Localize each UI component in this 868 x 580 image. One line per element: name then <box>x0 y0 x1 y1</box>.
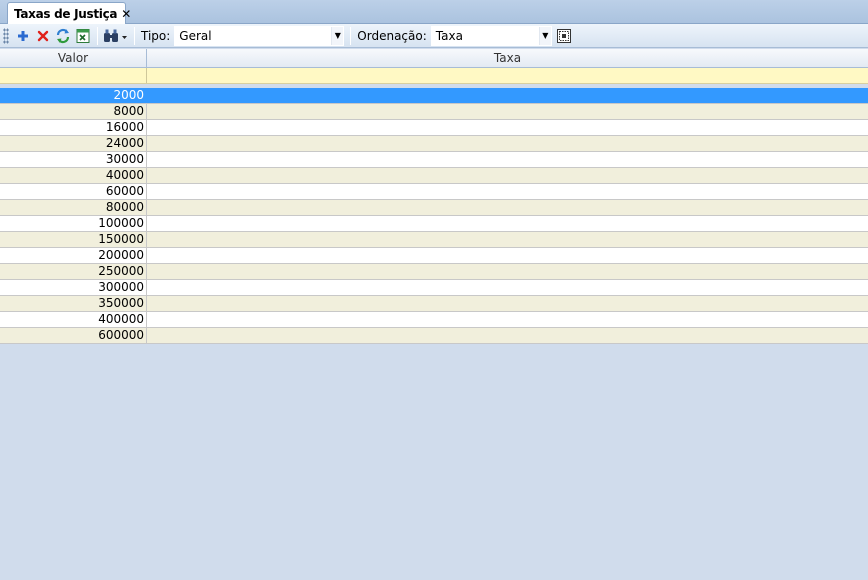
cell-valor[interactable]: 400000 <box>0 312 147 327</box>
table-row[interactable]: 80000 <box>0 200 868 216</box>
add-button[interactable] <box>13 26 33 46</box>
cell-taxa[interactable] <box>147 312 868 327</box>
ordenacao-select[interactable]: Taxa ▼ <box>430 25 552 46</box>
filter-cell-taxa[interactable] <box>147 68 868 83</box>
cell-valor[interactable]: 250000 <box>0 264 147 279</box>
table-row[interactable]: 200000 <box>0 248 868 264</box>
table-row[interactable]: 8000 <box>0 104 868 120</box>
cell-valor[interactable]: 8000 <box>0 104 147 119</box>
delete-x-icon <box>37 30 49 41</box>
cell-taxa[interactable] <box>147 264 868 279</box>
cell-taxa[interactable] <box>147 328 868 343</box>
toolbar-grip-icon[interactable] <box>3 27 9 44</box>
table-row[interactable]: 30000 <box>0 152 868 168</box>
cell-valor[interactable]: 2000 <box>0 88 147 103</box>
cell-valor[interactable]: 30000 <box>0 152 147 167</box>
app-window: Taxas de Justiça ✕ Tipo: Geral ▼ Ordenaç… <box>0 0 868 580</box>
filter-cell-valor[interactable] <box>0 68 147 83</box>
grid-options-button[interactable] <box>554 26 574 46</box>
plus-icon <box>18 30 28 41</box>
table-row[interactable]: 400000 <box>0 312 868 328</box>
column-header-taxa[interactable]: Taxa <box>147 49 868 67</box>
ordenacao-select-value: Taxa <box>435 28 463 43</box>
cell-taxa[interactable] <box>147 152 868 167</box>
cell-valor[interactable]: 60000 <box>0 184 147 199</box>
cell-taxa[interactable] <box>147 200 868 215</box>
table-row[interactable]: 2000 <box>0 88 868 104</box>
excel-icon <box>76 28 90 43</box>
cell-taxa[interactable] <box>147 248 868 263</box>
table-row[interactable]: 16000 <box>0 120 868 136</box>
cell-taxa[interactable] <box>147 232 868 247</box>
table-row[interactable]: 150000 <box>0 232 868 248</box>
toolbar: Tipo: Geral ▼ Ordenação: Taxa ▼ <box>0 24 868 48</box>
toolbar-separator <box>134 26 135 45</box>
ordenacao-label: Ordenação: <box>357 28 427 43</box>
delete-button[interactable] <box>33 26 53 46</box>
cell-valor[interactable]: 40000 <box>0 168 147 183</box>
refresh-button[interactable] <box>53 26 73 46</box>
cell-taxa[interactable] <box>147 136 868 151</box>
find-button[interactable] <box>102 26 130 46</box>
grid-rows: 2000 8000 16000 24000 30000 40000 60000 80000 10… <box>0 88 868 344</box>
cell-valor[interactable]: 350000 <box>0 296 147 311</box>
table-row[interactable]: 600000 <box>0 328 868 344</box>
grid-layout-icon <box>556 28 571 43</box>
chevron-down-icon[interactable]: ▼ <box>331 26 344 45</box>
chevron-down-icon[interactable]: ▼ <box>538 26 551 45</box>
tab-label: Taxas de Justiça <box>14 6 118 21</box>
cell-taxa[interactable] <box>147 168 868 183</box>
table-row[interactable]: 300000 <box>0 280 868 296</box>
cell-taxa[interactable] <box>147 216 868 231</box>
cell-valor[interactable]: 24000 <box>0 136 147 151</box>
cell-taxa[interactable] <box>147 120 868 135</box>
cell-valor[interactable]: 80000 <box>0 200 147 215</box>
cell-taxa[interactable] <box>147 88 868 103</box>
cell-taxa[interactable] <box>147 296 868 311</box>
cell-valor[interactable]: 300000 <box>0 280 147 295</box>
cell-valor[interactable]: 150000 <box>0 232 147 247</box>
tab-taxas-de-justica[interactable]: Taxas de Justiça ✕ <box>7 2 131 24</box>
table-row[interactable]: 40000 <box>0 168 868 184</box>
table-row[interactable]: 350000 <box>0 296 868 312</box>
cell-valor[interactable]: 600000 <box>0 328 147 343</box>
cell-taxa[interactable] <box>147 280 868 295</box>
refresh-icon <box>56 28 70 43</box>
table-row[interactable]: 100000 <box>0 216 868 232</box>
tipo-select-value: Geral <box>179 28 212 43</box>
data-grid: Valor Taxa 2000 8000 16000 24000 30000 40000 6… <box>0 49 868 580</box>
cell-taxa[interactable] <box>147 184 868 199</box>
column-header-valor[interactable]: Valor <box>0 49 147 67</box>
tab-strip: Taxas de Justiça ✕ <box>0 0 868 24</box>
cell-valor[interactable]: 100000 <box>0 216 147 231</box>
export-excel-button[interactable] <box>73 26 93 46</box>
table-row[interactable]: 250000 <box>0 264 868 280</box>
filter-row[interactable] <box>0 68 868 84</box>
grid-header: Valor Taxa <box>0 49 868 68</box>
table-row[interactable]: 24000 <box>0 136 868 152</box>
toolbar-separator <box>350 26 352 45</box>
tipo-select[interactable]: Geral ▼ <box>174 25 345 46</box>
cell-taxa[interactable] <box>147 104 868 119</box>
cell-valor[interactable]: 200000 <box>0 248 147 263</box>
close-icon[interactable]: ✕ <box>121 7 131 21</box>
toolbar-separator <box>97 26 98 45</box>
table-row[interactable]: 60000 <box>0 184 868 200</box>
cell-valor[interactable]: 16000 <box>0 120 147 135</box>
tipo-label: Tipo: <box>141 28 171 43</box>
binoculars-icon <box>104 29 127 42</box>
